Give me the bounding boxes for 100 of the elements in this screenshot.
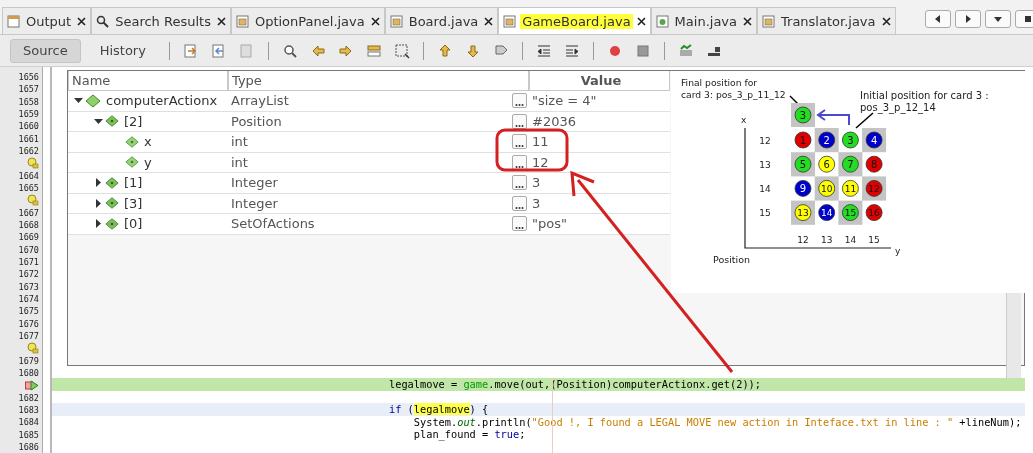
- history-button[interactable]: History: [86, 38, 159, 63]
- card-number: 15: [844, 208, 857, 219]
- close-icon[interactable]: [881, 16, 891, 26]
- line-number: 1671: [18, 257, 39, 268]
- close-icon[interactable]: [370, 16, 380, 26]
- row-label: 13: [759, 159, 771, 170]
- dropdown-button[interactable]: [985, 10, 1011, 28]
- diamond-icon: [105, 114, 119, 129]
- line-number: 1670: [18, 244, 39, 255]
- card-number: 9: [799, 182, 807, 194]
- current-line-icon: [25, 379, 39, 391]
- column-label: 13: [820, 235, 833, 245]
- line-number: 1677: [18, 331, 39, 342]
- file-icon: [235, 14, 249, 28]
- editor-tab[interactable]: Search Results: [91, 7, 231, 34]
- close-icon[interactable]: [484, 16, 494, 26]
- card-number: 1: [799, 134, 807, 146]
- line-number: 1657: [18, 84, 39, 95]
- variable-value: 3: [531, 195, 541, 211]
- line-number: 1662: [18, 146, 39, 157]
- variable-name: [3]: [123, 195, 143, 211]
- card-number: 3: [799, 109, 807, 121]
- axis-label: y: [895, 246, 901, 256]
- line-number: 1660: [18, 121, 39, 132]
- row-label: 14: [759, 183, 771, 194]
- column-header[interactable]: Type: [228, 71, 529, 91]
- ellipsis-icon: [515, 164, 524, 169]
- line-number: 1668: [18, 220, 39, 231]
- editor-tab[interactable]: Board.java: [384, 7, 499, 34]
- close-icon[interactable]: [636, 16, 646, 26]
- more-button[interactable]: [512, 154, 527, 170]
- file-icon: [655, 14, 669, 28]
- editor-tab[interactable]: OptionPanel.java: [230, 7, 385, 34]
- expanded-triangle-icon[interactable]: [94, 116, 103, 126]
- close-icon[interactable]: [77, 16, 87, 26]
- line-number: 1684: [18, 417, 39, 428]
- line-number: 1658: [18, 96, 39, 107]
- line-number: 1674: [18, 294, 39, 305]
- line-number: 1664: [18, 170, 39, 181]
- collapsed-triangle-icon[interactable]: [94, 198, 103, 208]
- line-number: 1679: [18, 355, 39, 366]
- ellipsis-icon: [515, 185, 524, 190]
- variable-type: int: [231, 154, 248, 170]
- table-row[interactable]: [3] Integer 3: [68, 193, 670, 214]
- source-button[interactable]: Source: [10, 38, 81, 63]
- table-row[interactable]: computerActionx ArrayList "size = 4": [68, 91, 670, 112]
- collapsed-triangle-icon[interactable]: [94, 178, 103, 188]
- line-number: 1683: [18, 405, 39, 415]
- card-number: 4: [870, 134, 878, 146]
- collapsed-triangle-icon[interactable]: [94, 219, 103, 229]
- square-icon: [1024, 15, 1032, 23]
- line-number: 1685: [18, 429, 39, 440]
- diamond-icon: [105, 175, 119, 190]
- more-button[interactable]: [512, 113, 527, 129]
- annotation-text: Final position for: [681, 77, 758, 88]
- column-header[interactable]: Value: [529, 71, 670, 91]
- variable-type: SetOfActions: [231, 216, 315, 232]
- close-icon[interactable]: [743, 16, 752, 26]
- variable-type: Integer: [231, 195, 278, 211]
- table-row[interactable]: [1] Integer 3: [68, 173, 670, 194]
- leader-line: [789, 95, 799, 105]
- more-button[interactable]: [512, 134, 527, 150]
- close-icon[interactable]: [216, 16, 226, 26]
- table-row[interactable]: [0] SetOfActions "pos": [68, 214, 670, 235]
- leader-line: [855, 112, 874, 129]
- variable-value: 11: [531, 134, 549, 150]
- column-header[interactable]: Name: [68, 71, 228, 91]
- scroll-left-button[interactable]: [925, 10, 951, 28]
- more-button[interactable]: [512, 93, 527, 109]
- more-button[interactable]: [512, 175, 527, 191]
- variable-name: [1]: [123, 175, 143, 191]
- row-label: 15: [759, 208, 771, 219]
- variable-type: int: [231, 134, 248, 150]
- file-icon: [762, 14, 775, 28]
- card-number: 11: [844, 183, 857, 194]
- line-number: 1667: [18, 207, 39, 218]
- card-number: 5: [799, 158, 807, 170]
- variable-value: #2036: [531, 113, 576, 129]
- editor-tab[interactable]: Translator.java: [757, 7, 896, 34]
- ellipsis-icon: [515, 205, 524, 210]
- diamond-icon: [125, 134, 139, 149]
- more-button[interactable]: [512, 195, 527, 211]
- table-row[interactable]: x int 11: [68, 132, 670, 153]
- line-number: 1680: [18, 368, 39, 379]
- card-number: 2: [823, 134, 830, 146]
- editor-tab[interactable]: Main.java: [650, 7, 757, 34]
- scroll-right-button[interactable]: [955, 10, 981, 28]
- lightbulb-icon: [27, 194, 39, 207]
- expanded-triangle-icon[interactable]: [74, 96, 83, 106]
- line-number: 1661: [18, 133, 39, 144]
- variable-type: Integer: [231, 175, 278, 191]
- editor-tab[interactable]: Output: [2, 7, 92, 34]
- diamond-icon: [125, 155, 139, 170]
- more-button[interactable]: [512, 216, 527, 232]
- lightbulb-icon: [27, 342, 39, 355]
- ellipsis-icon: [515, 226, 524, 231]
- editor-tab[interactable]: GameBoard.java: [498, 7, 651, 34]
- ellipsis-icon: [515, 103, 524, 108]
- line-number: 1665: [18, 183, 39, 194]
- diamond-icon: [105, 216, 119, 231]
